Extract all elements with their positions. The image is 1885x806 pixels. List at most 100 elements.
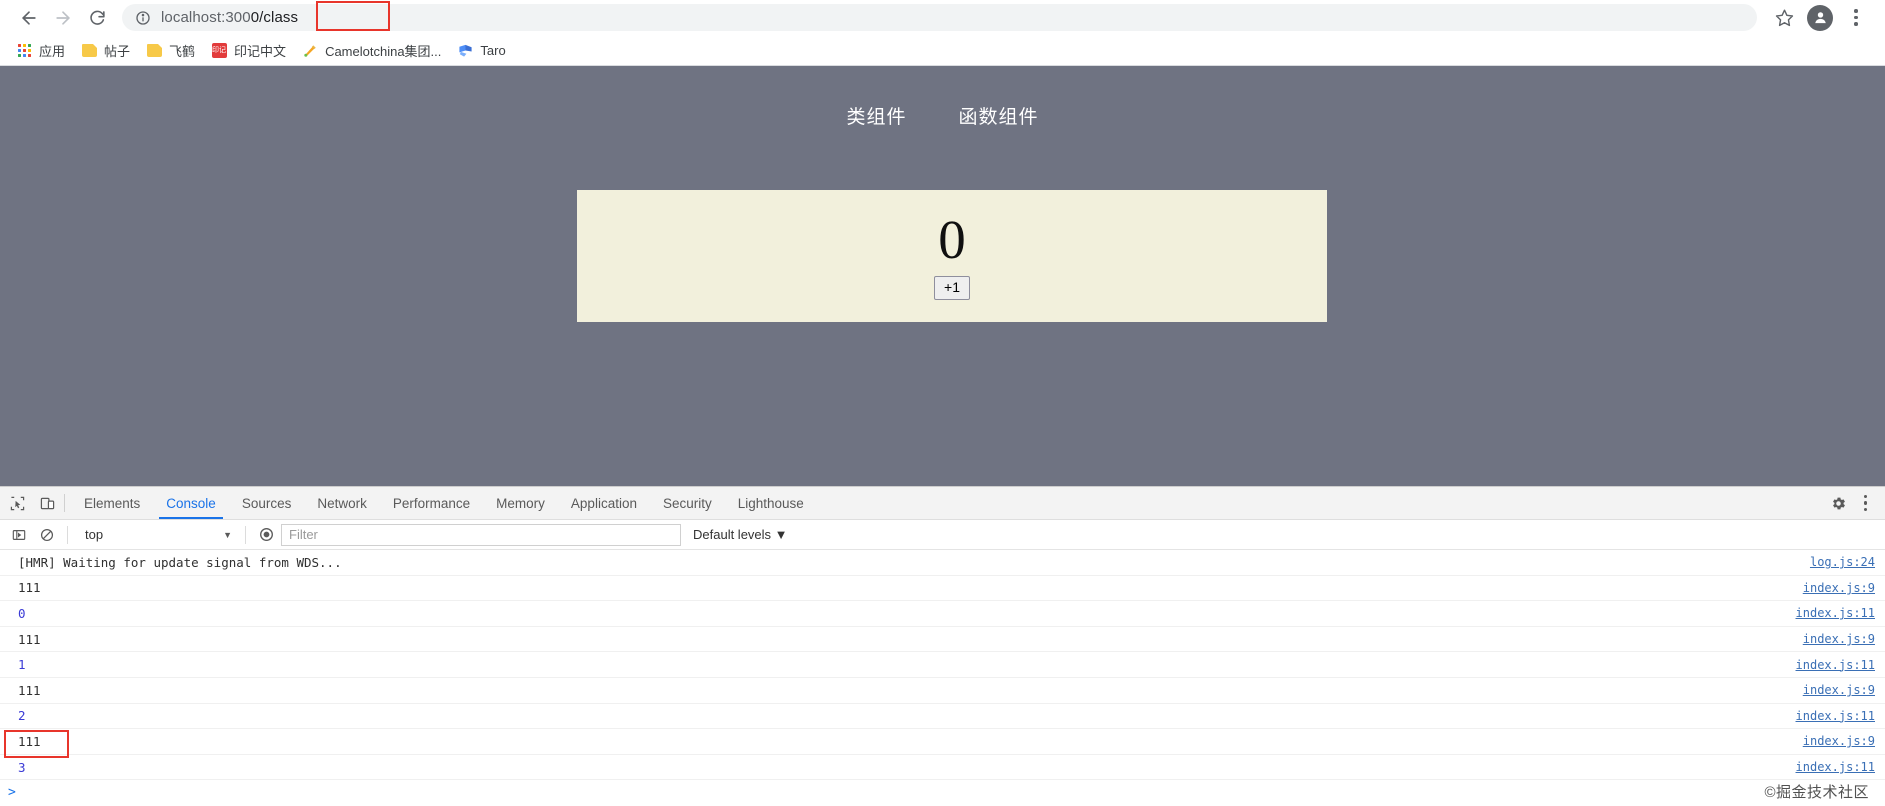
counter-card: 0 +1 [577, 190, 1327, 322]
reload-icon [89, 10, 105, 25]
toolbar-divider [245, 525, 246, 544]
url-host: localhost:300 [161, 9, 251, 26]
settings-gear-icon [1833, 497, 1845, 509]
console-log-source-link[interactable]: index.js:9 [1803, 734, 1875, 748]
devtools-tabbar-actions [1815, 487, 1885, 519]
bookmark-label: 应用 [39, 43, 66, 59]
bookmark-folder-posts[interactable]: 帖子 [73, 38, 138, 62]
console-log-message: 111 [18, 682, 41, 698]
tab-sources[interactable]: Sources [229, 487, 305, 519]
device-toolbar-button[interactable] [32, 487, 62, 519]
console-sidebar-button[interactable] [6, 522, 32, 548]
page-nav: 类组件 函数组件 [0, 102, 1885, 129]
console-log-source-link[interactable]: log.js:24 [1810, 555, 1875, 569]
inspect-element-button[interactable] [2, 487, 32, 519]
chevron-down-icon: ▼ [774, 527, 788, 542]
log-levels-select[interactable]: Default levels ▼ [693, 527, 788, 542]
execution-context-value: top [85, 527, 104, 542]
console-log-message: [HMR] Waiting for update signal from WDS… [18, 554, 342, 570]
console-log-message: 3 [18, 759, 26, 775]
console-prompt[interactable]: > [0, 780, 1885, 804]
account-avatar-icon [1807, 4, 1833, 31]
url-annotation-box [316, 1, 390, 31]
bookmark-folder-feihe[interactable]: 飞鹤 [138, 38, 203, 62]
console-filter-input[interactable] [281, 523, 681, 546]
tab-performance[interactable]: Performance [380, 487, 483, 519]
console-log-source-link[interactable]: index.js:11 [1796, 606, 1875, 620]
live-expression-button[interactable] [253, 522, 279, 548]
devtools-tabbar: Elements Console Sources Network Perform… [0, 487, 1885, 520]
bookmarks-bar: 应用 帖子 飞鹤 印记 印记中文 Camelotchina集团... Taro [0, 35, 1885, 66]
address-bar[interactable]: localhost:3000/class [122, 1, 1757, 31]
bookmark-taro[interactable]: Taro [449, 38, 513, 62]
console-log-message: 111 [18, 733, 41, 749]
console-log-row[interactable]: 111 index.js:9 [0, 729, 1885, 755]
console-log-row[interactable]: 111 index.js:9 [0, 678, 1885, 704]
apps-grid-icon [16, 42, 32, 58]
bookmark-label: 飞鹤 [169, 43, 196, 59]
console-log-source-link[interactable]: index.js:9 [1803, 683, 1875, 697]
nav-link-function-component[interactable]: 函数组件 [959, 102, 1039, 129]
tab-security[interactable]: Security [650, 487, 725, 519]
console-log-row[interactable]: 111 index.js:9 [0, 576, 1885, 602]
console-log-source-link[interactable]: index.js:9 [1803, 632, 1875, 646]
console-log-row[interactable]: 1 index.js:11 [0, 652, 1885, 678]
toolbar-right-actions [1767, 1, 1873, 35]
console-prompt-symbol: > [8, 784, 16, 800]
console-log-message: 111 [18, 580, 41, 596]
forward-button[interactable] [46, 1, 80, 35]
profile-button[interactable] [1803, 1, 1837, 35]
folder-icon [81, 42, 97, 58]
clear-console-button[interactable] [34, 522, 60, 548]
console-log-source-link[interactable]: index.js:9 [1803, 581, 1875, 595]
devtools-settings-button[interactable] [1824, 495, 1854, 512]
console-log-source-link[interactable]: index.js:11 [1796, 709, 1875, 723]
execution-context-select[interactable]: top ▼ [75, 524, 238, 546]
star-icon [1775, 9, 1793, 27]
counter-value: 0 [938, 209, 966, 271]
nav-link-class-component[interactable]: 类组件 [846, 102, 906, 129]
url-text: localhost:3000/class [161, 9, 298, 26]
devtools-panel: Elements Console Sources Network Perform… [0, 486, 1885, 806]
console-log-row[interactable]: [HMR] Waiting for update signal from WDS… [0, 550, 1885, 576]
increment-button[interactable]: +1 [934, 276, 970, 300]
bookmark-camelotchina[interactable]: Camelotchina集团... [294, 38, 449, 62]
console-log-message: 111 [18, 631, 41, 647]
tab-memory[interactable]: Memory [483, 487, 558, 519]
site-favicon-icon [457, 42, 473, 58]
reload-button[interactable] [80, 1, 114, 35]
toolbar-divider [67, 525, 68, 544]
console-log-message: 0 [18, 605, 26, 621]
bookmark-apps[interactable]: 应用 [8, 38, 73, 62]
tab-application[interactable]: Application [558, 487, 650, 519]
console-log-message: 1 [18, 657, 26, 673]
console-log-row[interactable]: 0 index.js:11 [0, 601, 1885, 627]
devtools-tab-list: Elements Console Sources Network Perform… [71, 487, 1815, 519]
console-log-area[interactable]: [HMR] Waiting for update signal from WDS… [0, 550, 1885, 806]
console-log-source-link[interactable]: index.js:11 [1796, 658, 1875, 672]
devtools-menu-button[interactable] [1854, 494, 1878, 512]
device-toolbar-icon [40, 497, 54, 509]
site-favicon-icon: 印记 [211, 42, 227, 58]
console-log-source-link[interactable]: index.js:11 [1796, 760, 1875, 774]
console-log-row[interactable]: 2 index.js:11 [0, 704, 1885, 730]
bookmark-docschina[interactable]: 印记 印记中文 [203, 38, 294, 62]
chevron-down-icon: ▼ [223, 529, 232, 540]
back-button[interactable] [12, 1, 46, 35]
console-log-row[interactable]: 111 index.js:9 [0, 627, 1885, 653]
console-log-row-annotated[interactable]: 3 index.js:11 [0, 755, 1885, 781]
bookmark-star-button[interactable] [1767, 1, 1801, 35]
tab-console[interactable]: Console [153, 487, 229, 519]
browser-toolbar: localhost:3000/class [0, 0, 1885, 35]
folder-icon [146, 42, 162, 58]
page-viewport: 类组件 函数组件 0 +1 [0, 66, 1885, 486]
url-path: 0/class [250, 9, 299, 26]
tab-elements[interactable]: Elements [71, 487, 153, 519]
bookmark-label: Camelotchina集团... [325, 43, 442, 59]
browser-menu-button[interactable] [1839, 1, 1873, 35]
tab-network[interactable]: Network [304, 487, 380, 519]
site-info-icon[interactable] [134, 9, 152, 27]
inspect-element-icon [10, 496, 24, 510]
forward-arrow-icon [56, 10, 70, 25]
tab-lighthouse[interactable]: Lighthouse [725, 487, 817, 519]
